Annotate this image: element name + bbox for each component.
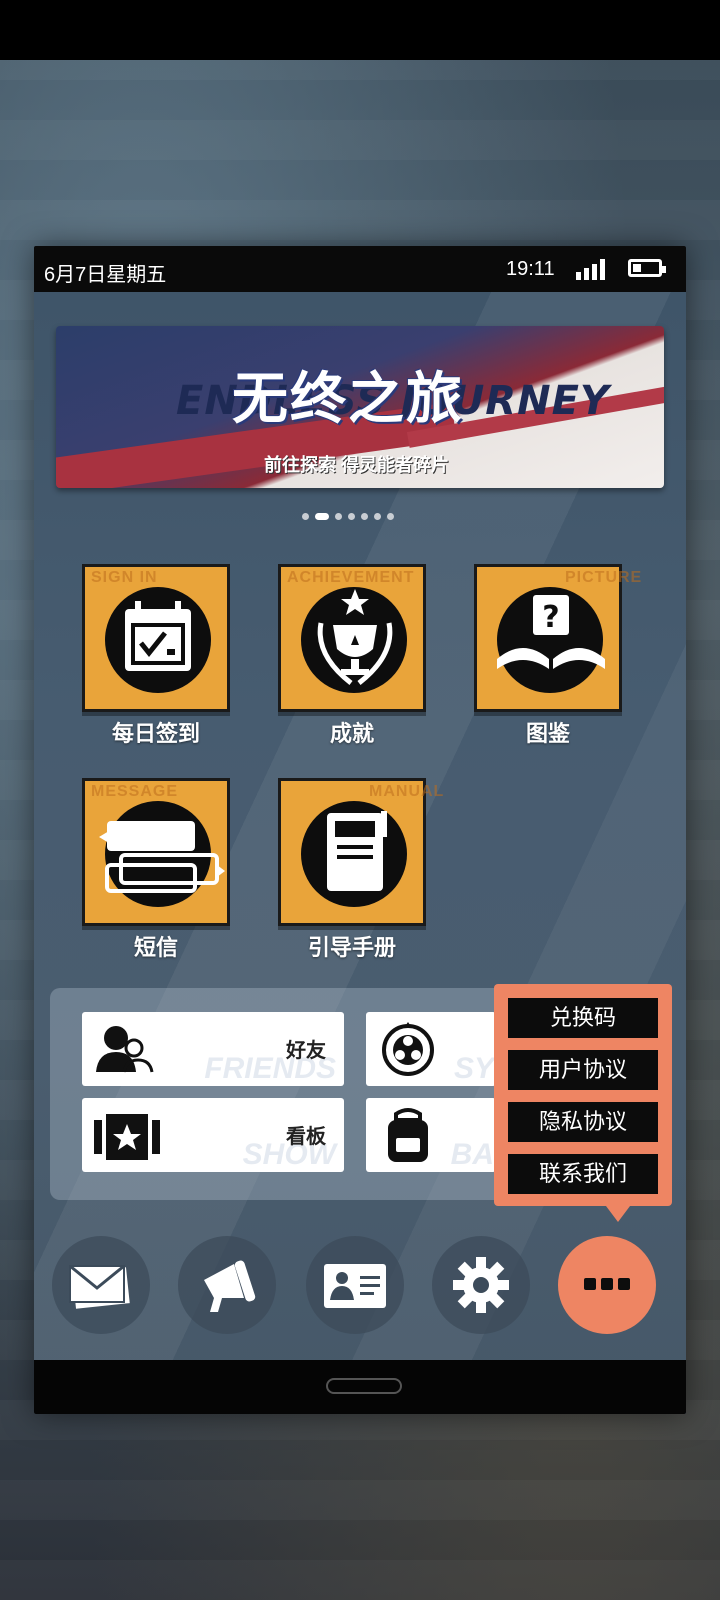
battery-icon [628,259,666,277]
id-card-icon [324,1264,386,1308]
emblem-icon [382,1022,434,1076]
more-button[interactable] [558,1236,656,1334]
collection-label: 图鉴 [525,721,570,746]
carousel-dot[interactable] [361,512,368,520]
mail-icon [69,1264,130,1309]
redeem-code-item[interactable]: 兑换码 [508,998,658,1038]
svg-text:?: ? [542,600,559,635]
backpack-button[interactable]: BA [366,1098,496,1172]
achievement-tile[interactable]: ACHIEVEMENT [278,564,426,712]
friends-label: 好友 [286,1040,326,1062]
carousel-dot[interactable] [348,512,355,520]
event-banner[interactable]: ENDLESS JOURNEY 无终之旅 前往探索 得灵能者碎片 [56,326,664,488]
more-menu-popup: 兑换码 用户协议 隐私协议 联系我们 [494,984,672,1222]
carousel-dot[interactable] [374,512,381,520]
carousel-dot[interactable] [335,512,342,520]
in-game-phone: 6月7日星期五 19:11 ENDLESS JOURNEY 无终之旅 前往探索 … [34,246,686,1414]
board-label: 看板 [286,1126,326,1148]
chat-bubble-icon [99,821,225,893]
phone-status-bar: 6月7日星期五 19:11 [34,246,686,292]
carousel-dot[interactable] [302,512,309,520]
star-card-icon [94,1114,160,1160]
profile-card-button[interactable] [306,1236,404,1334]
gear-icon [453,1257,509,1313]
manual-book-icon [327,811,387,891]
manual-tile[interactable]: MANUAL [278,778,443,926]
trophy-laurel-icon [317,589,393,685]
settings-button[interactable] [432,1236,530,1334]
announcement-button[interactable] [178,1236,276,1334]
board-button[interactable]: SHOW 看板 [82,1098,344,1172]
system-button[interactable]: SY [366,1012,496,1086]
signal-icon [576,259,605,280]
friends-icon [96,1026,154,1073]
more-icon [584,1278,630,1290]
message-tile[interactable]: MESSAGE [82,778,230,926]
carousel-dot[interactable] [387,512,394,520]
manual-label: 引导手册 [307,935,396,960]
daily-signin-label: 每日签到 [111,721,200,746]
carousel-dot-active[interactable] [315,512,329,520]
status-time: 19:11 [506,258,555,280]
daily-signin-tile[interactable]: SIGN IN [82,564,230,712]
book-question-icon: ? [497,595,605,669]
contact-us-item[interactable]: 联系我们 [508,1154,658,1194]
banner-subtitle: 前往探索 得灵能者碎片 [264,455,449,475]
backpack-icon [388,1108,428,1162]
user-agreement-item[interactable]: 用户协议 [508,1050,658,1090]
home-indicator[interactable] [326,1378,402,1394]
banner-title-cn: 无终之旅 [232,366,464,432]
collection-tile[interactable]: PICTURE ? [474,564,641,712]
message-label: 短信 [133,935,178,960]
screen-top-bar [0,0,720,60]
mail-button[interactable] [52,1236,150,1334]
megaphone-icon [204,1260,256,1312]
status-date: 6月7日星期五 [44,264,167,286]
calendar-check-icon [125,601,191,671]
phone-nav-bar [34,1360,686,1414]
friends-button[interactable]: FRIENDS 好友 [82,1012,344,1086]
achievement-label: 成就 [329,721,374,746]
carousel-indicator [302,512,394,520]
privacy-policy-item[interactable]: 隐私协议 [508,1102,658,1142]
